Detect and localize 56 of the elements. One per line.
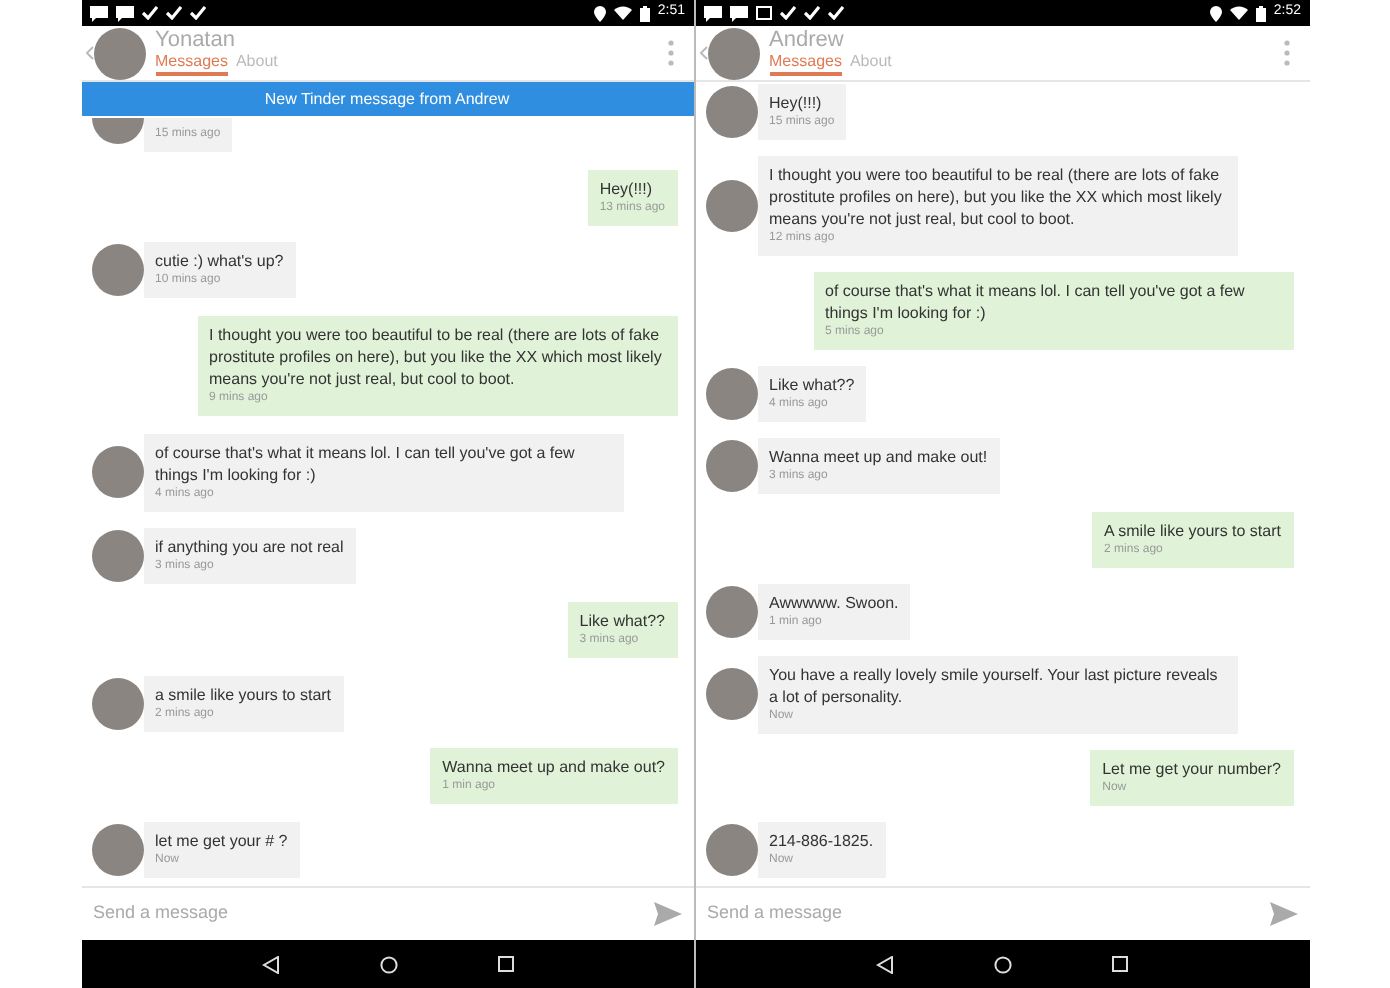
message-text: let me get your # ? <box>155 829 288 852</box>
message-text: 214-886-1825. <box>769 829 874 852</box>
header-tab[interactable]: Messages <box>769 54 842 76</box>
message-text: of course that's what it means lol. I can tell you've got a few things I'm looking for :) <box>155 441 577 486</box>
message-text: Awwwww. Swoon. <box>769 591 899 614</box>
message-text: I thought you were too beautiful to be real (there are lots of fake prostitute profiles on here), but you like the XX which most likely means you're not just real, but cool to boot. <box>769 164 1224 231</box>
message-text: if anything you are not real <box>155 536 344 559</box>
avatar <box>91 677 143 730</box>
avatar <box>705 823 757 876</box>
avatar <box>91 530 143 583</box>
avatar <box>91 118 143 144</box>
message-text: Let me get your number? <box>1102 757 1281 780</box>
message-input[interactable]: Send a message <box>707 900 1269 928</box>
message-text: cutie :) what's up? <box>155 250 284 273</box>
recents-square-icon[interactable] <box>1112 956 1128 972</box>
header-tab[interactable]: About <box>849 54 892 76</box>
contact-name: Yonatan <box>155 30 236 52</box>
notification-banner[interactable]: New Tinder message from Andrew <box>81 82 693 116</box>
wifi-icon <box>613 6 632 20</box>
wifi-icon <box>1229 6 1248 20</box>
back-triangle-icon[interactable] <box>261 955 279 973</box>
message-text: Hey(!!!) <box>769 92 824 114</box>
avatar <box>707 27 759 79</box>
battery-icon <box>639 5 650 21</box>
avatar <box>705 180 757 233</box>
home-circle-icon[interactable] <box>994 955 1012 973</box>
avatar <box>705 585 757 638</box>
message-text: Like what?? <box>579 609 665 632</box>
location-icon <box>1209 5 1222 21</box>
image-icon <box>755 6 771 20</box>
message-text: A smile like yours to start <box>1104 519 1281 542</box>
avatar <box>705 668 757 721</box>
avatar <box>705 86 757 138</box>
avatar <box>91 446 143 499</box>
avatar <box>705 440 757 493</box>
message-input[interactable]: Send a message <box>93 900 653 928</box>
battery-icon <box>1255 5 1266 21</box>
avatar <box>93 27 145 79</box>
header-tab[interactable]: Messages <box>155 54 228 76</box>
avatar <box>91 244 143 297</box>
back-triangle-icon[interactable] <box>876 955 894 973</box>
location-icon <box>593 5 606 21</box>
message-text: of course that's what it means lol. I can tell you've got a few things I'm looking for :) <box>825 280 1247 325</box>
message-text: Wanna meet up and make out? <box>442 756 665 779</box>
avatar <box>705 368 757 421</box>
header-tab[interactable]: About <box>235 54 278 76</box>
message-text: a smile like yours to start <box>155 683 332 706</box>
home-circle-icon[interactable] <box>379 955 397 973</box>
avatar <box>91 823 143 876</box>
recents-square-icon[interactable] <box>497 956 513 972</box>
message-text: Wanna meet up and make out! <box>769 446 988 469</box>
message-text: Like what?? <box>769 374 855 397</box>
message-text: I thought you were too beautiful to be real (there are lots of fake prostitute profiles on here), but you like the XX which most likely means you're not just real, but cool to boot. <box>209 323 664 390</box>
contact-name: Andrew <box>769 30 846 52</box>
message-text: You have a really lovely smile yourself. Your last picture reveals a lot of personality. <box>769 663 1220 708</box>
message-text: Hey(!!!) <box>599 177 655 200</box>
